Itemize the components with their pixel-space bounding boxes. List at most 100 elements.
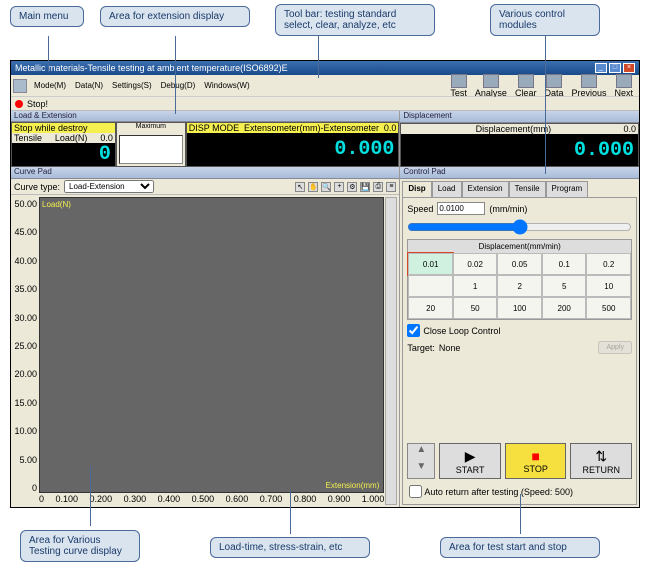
apply-button[interactable]: Apply <box>598 341 632 354</box>
load-ext-header: Load & Extension <box>11 111 399 122</box>
previous-icon <box>581 74 597 88</box>
toolbar: Test Analyse Clear Data Previous Next <box>450 74 637 98</box>
hand-icon[interactable]: ✋ <box>308 182 318 192</box>
callout-modules: Various control modules <box>490 4 600 36</box>
control-pad: Control Pad Disp Load Extension Tensile … <box>400 167 639 507</box>
next-icon <box>616 74 632 88</box>
target-label: Target: <box>407 343 435 353</box>
window-title: Metallic materials-Tensile testing at am… <box>15 63 288 73</box>
stop-label[interactable]: Stop! <box>27 99 48 109</box>
disp-cell-5[interactable]: 5 <box>542 275 587 297</box>
disp-cell-0.1[interactable]: 0.1 <box>542 253 587 275</box>
close-loop-label: Close Loop Control <box>423 326 500 336</box>
disp-zero: 0.0 <box>623 124 636 134</box>
stop-destroy-label: Stop while destroy <box>12 123 115 133</box>
app-icon <box>13 79 27 93</box>
plot-scrollbar[interactable] <box>385 197 397 505</box>
test-icon <box>451 74 467 88</box>
save-icon[interactable]: 💾 <box>360 182 370 192</box>
plot-area[interactable]: Load(N) Extension(mm) <box>39 197 384 493</box>
maximize-icon[interactable]: □ <box>609 63 621 73</box>
disp-cell-0.01[interactable]: 0.01 <box>408 253 453 275</box>
config-icon[interactable]: ⚙ <box>347 182 357 192</box>
close-icon[interactable]: × <box>623 63 635 73</box>
tb-data[interactable]: Data <box>544 74 563 98</box>
disp-cell-2[interactable]: 2 <box>497 275 542 297</box>
load-n-label: Load(N) <box>55 133 88 143</box>
load-zero: 0.0 <box>100 133 113 143</box>
zoom-icon[interactable]: 🔍 <box>321 182 331 192</box>
arrow-up-icon: ▲ <box>408 444 434 461</box>
maximum-label: Maximum <box>117 123 185 133</box>
extension-value: 0.000 <box>187 133 399 166</box>
menu-data[interactable]: Data(N) <box>71 80 107 91</box>
auto-return-label: Auto return after testing (Speed: 500) <box>424 487 573 497</box>
tb-clear[interactable]: Clear <box>515 74 537 98</box>
auto-return-check[interactable] <box>409 485 422 498</box>
stop-icon[interactable] <box>15 100 23 108</box>
disp-cell-1[interactable]: 1 <box>453 275 498 297</box>
minimize-icon[interactable]: _ <box>595 63 607 73</box>
curve-type-label: Curve type: <box>14 182 60 192</box>
clear-icon <box>518 74 534 88</box>
disp-cell-200[interactable]: 200 <box>542 297 587 319</box>
maximum-box <box>119 135 183 164</box>
tb-analyse[interactable]: Analyse <box>475 74 507 98</box>
tab-extension[interactable]: Extension <box>462 181 509 197</box>
callout-test-start: Area for test start and stop <box>440 537 600 558</box>
callout-main-menu: Main menu <box>10 6 84 27</box>
callout-curve-area: Area for Various Testing curve display <box>20 530 140 562</box>
disp-cell-0.2[interactable]: 0.2 <box>586 253 631 275</box>
disp-cell-20[interactable]: 20 <box>408 297 453 319</box>
disp-cell-0.02[interactable]: 0.02 <box>453 253 498 275</box>
analyse-icon <box>483 74 499 88</box>
speed-unit: (mm/min) <box>489 204 527 214</box>
tb-previous[interactable]: Previous <box>571 74 606 98</box>
speed-input[interactable] <box>437 202 485 215</box>
disp-cell-10[interactable]: 10 <box>586 275 631 297</box>
print-icon[interactable]: ⎙ <box>373 182 383 192</box>
speed-label: Speed <box>407 204 433 214</box>
return-icon: ⇅ <box>595 448 607 465</box>
return-button[interactable]: ⇅RETURN <box>570 443 632 479</box>
menu-mode[interactable]: Mode(M) <box>30 80 70 91</box>
stop-square-icon: ■ <box>531 448 539 464</box>
load-value: 0 <box>12 143 115 166</box>
play-icon: ▶ <box>465 448 476 465</box>
curve-type-select[interactable]: Load-Extension <box>64 180 154 193</box>
export-icon[interactable]: ≡ <box>386 182 396 192</box>
disp-cell-0.05[interactable]: 0.05 <box>497 253 542 275</box>
disp-cell-100[interactable]: 100 <box>497 297 542 319</box>
tab-load[interactable]: Load <box>432 181 462 197</box>
arrow-down-icon: ▼ <box>408 461 434 478</box>
menu-settings[interactable]: Settings(S) <box>108 80 156 91</box>
displacement-value: 0.000 <box>401 134 638 166</box>
stop-button[interactable]: ■STOP <box>505 443 567 479</box>
crosshair-icon[interactable]: + <box>334 182 344 192</box>
pointer-icon[interactable]: ↖ <box>295 182 305 192</box>
disp-mode-label: DISP MODE <box>189 123 239 133</box>
speed-slider[interactable] <box>407 219 632 235</box>
disp-grid: 0.01 0.02 0.05 0.1 0.2 1 2 5 10 20 50 10… <box>408 253 631 319</box>
tb-next[interactable]: Next <box>614 74 633 98</box>
start-button[interactable]: ▶START <box>439 443 501 479</box>
close-loop-check[interactable] <box>407 324 420 337</box>
tab-disp[interactable]: Disp <box>402 181 431 197</box>
disp-cell-500[interactable]: 500 <box>586 297 631 319</box>
menu-debug[interactable]: Debug(D) <box>157 80 200 91</box>
callout-ext-display: Area for extension display <box>100 6 250 27</box>
tab-tensile[interactable]: Tensile <box>509 181 546 197</box>
tb-test[interactable]: Test <box>450 74 467 98</box>
disp-grid-header: Displacement(mm/min) <box>408 240 631 253</box>
callout-toolbar: Tool bar: testing standard select, clear… <box>275 4 435 36</box>
callout-load-time: Load-time, stress-strain, etc <box>210 537 370 558</box>
menu-windows[interactable]: Windows(W) <box>200 80 253 91</box>
disp-mm-label: Displacement(mm) <box>476 124 552 134</box>
extenso-zero: 0.0 <box>384 123 397 133</box>
tensile-label: Tensile <box>14 133 42 143</box>
control-pad-header: Control Pad <box>400 167 639 179</box>
disp-header: Displacement <box>400 111 639 123</box>
tab-program[interactable]: Program <box>546 181 589 197</box>
disp-cell-50[interactable]: 50 <box>453 297 498 319</box>
jog-arrows[interactable]: ▲▼ <box>407 443 435 479</box>
